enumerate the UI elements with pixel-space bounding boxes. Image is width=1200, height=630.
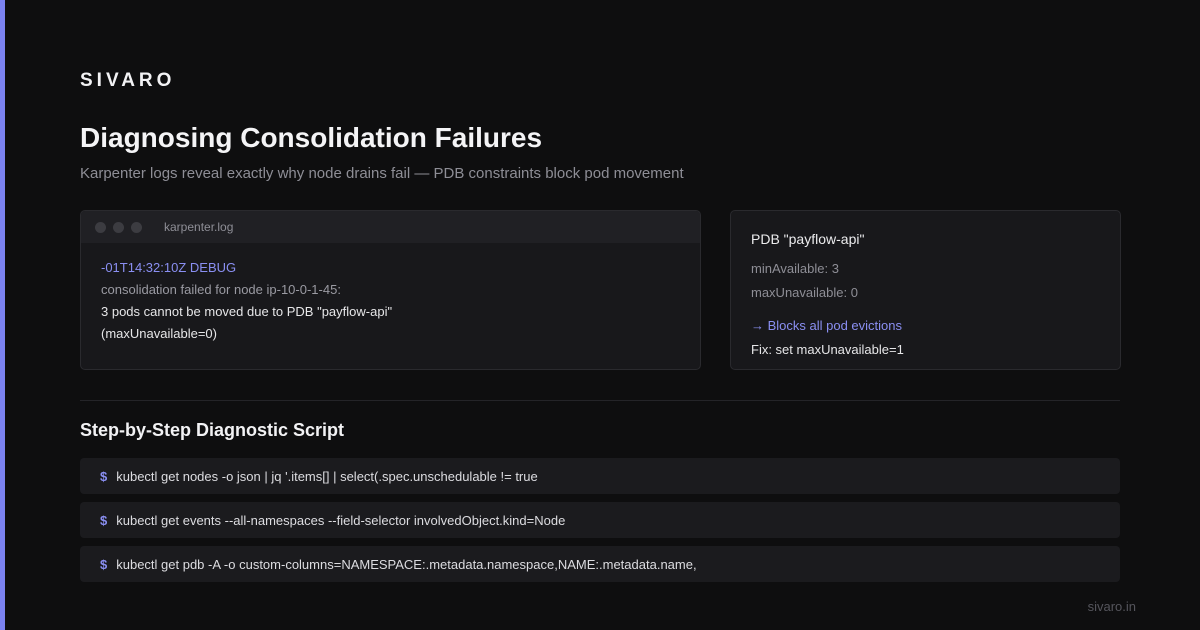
- pdb-panel: PDB "payflow-api" minAvailable: 3 maxUna…: [730, 210, 1121, 370]
- command-text: kubectl get nodes -o json | jq '.items[]…: [116, 468, 538, 484]
- command-text: kubectl get events --all-namespaces --fi…: [116, 512, 566, 528]
- window-dot-icon: [131, 221, 142, 233]
- log-window-header: karpenter.log: [81, 211, 700, 243]
- log-line: (maxUnavailable=0): [101, 326, 217, 341]
- command-line: $ kubectl get pdb -A -o custom-columns=N…: [80, 546, 1120, 582]
- log-line: consolidation failed for node ip-10-0-1-…: [101, 282, 341, 297]
- pdb-blocks-note: → Blocks all pod evictions: [751, 318, 903, 333]
- log-body: -01T14:32:10Z DEBUG consolidation failed…: [81, 243, 700, 359]
- page-title: Diagnosing Consolidation Failures: [80, 122, 543, 153]
- log-line: 3 pods cannot be moved due to PDB "payfl…: [101, 304, 393, 319]
- accent-bar: [0, 0, 5, 630]
- command-line: $ kubectl get events --all-namespaces --…: [80, 502, 1120, 538]
- pdb-fix-note: Fix: set maxUnavailable=1: [751, 342, 904, 357]
- prompt-symbol: $: [100, 556, 108, 572]
- page-subtitle: Karpenter logs reveal exactly why node d…: [80, 165, 684, 182]
- prompt-symbol: $: [100, 512, 108, 528]
- command-line: $ kubectl get nodes -o json | jq '.items…: [80, 458, 1120, 494]
- command-text: kubectl get pdb -A -o custom-columns=NAM…: [116, 556, 697, 572]
- pdb-title: PDB "payflow-api": [751, 231, 865, 247]
- window-dot-icon: [95, 221, 106, 233]
- brand-logo: SIVARO: [80, 70, 176, 91]
- pdb-max-unavailable: maxUnavailable: 0: [751, 285, 858, 300]
- footer-domain: sivaro.in: [1087, 599, 1136, 614]
- window-dot-icon: [113, 221, 124, 233]
- section-title: Step-by-Step Diagnostic Script: [80, 420, 345, 440]
- section-divider: [80, 400, 1120, 401]
- log-line-timestamp: -01T14:32:10Z DEBUG: [101, 260, 237, 275]
- prompt-symbol: $: [100, 468, 108, 484]
- log-panel: karpenter.log -01T14:32:10Z DEBUG consol…: [80, 210, 701, 370]
- log-filename: karpenter.log: [164, 220, 234, 234]
- pdb-min-available: minAvailable: 3: [751, 261, 839, 276]
